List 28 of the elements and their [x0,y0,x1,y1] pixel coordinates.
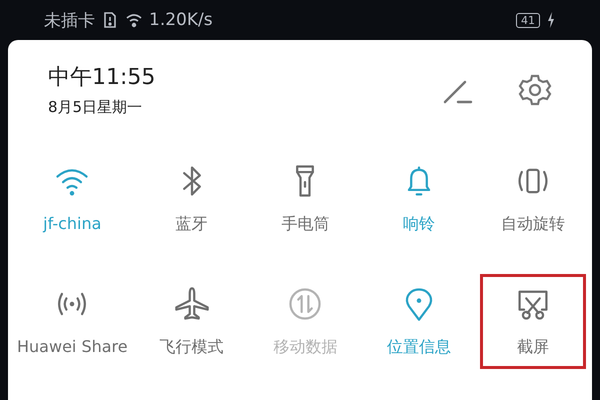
tile-label: jf-china [43,214,102,233]
toggle-tile[interactable]: 响铃 [366,151,472,246]
toggle-tile[interactable]: 飞行模式 [138,274,244,369]
toggle-tile[interactable]: jf-china [14,151,131,246]
toggle-tile[interactable]: Huawei Share [14,274,131,369]
toggle-tile[interactable]: 位置信息 [366,274,472,369]
wifi-icon [125,11,143,29]
tile-label: 飞行模式 [160,337,224,358]
tile-label: 截屏 [517,337,550,358]
tile-label: 手电筒 [281,214,330,235]
tile-label: 自动旋转 [501,214,566,235]
highlighted-toggle-tile[interactable]: 截屏 [480,274,586,369]
tile-label: 蓝牙 [176,214,208,235]
tile-label: Huawei Share [17,337,128,356]
toggle-tile[interactable]: 蓝牙 [138,151,244,246]
clock-time: 中午11:55 [48,64,156,92]
toggle-tile[interactable]: 自动旋转 [480,151,586,246]
tile-label: 响铃 [403,214,436,235]
date-text: 8月5日星期一 [48,98,144,117]
charging-icon [546,11,556,29]
carrier-text: 未插卡 [44,10,95,32]
network-speed: 1.20K/s [149,10,213,30]
settings-icon[interactable] [518,72,552,106]
toggle-tile[interactable]: 手电筒 [252,151,358,246]
battery-level: 41 [516,12,540,28]
tile-label: 位置信息 [387,337,452,358]
sim-alert-icon [101,11,119,29]
tile-label: 移动数据 [273,337,338,358]
